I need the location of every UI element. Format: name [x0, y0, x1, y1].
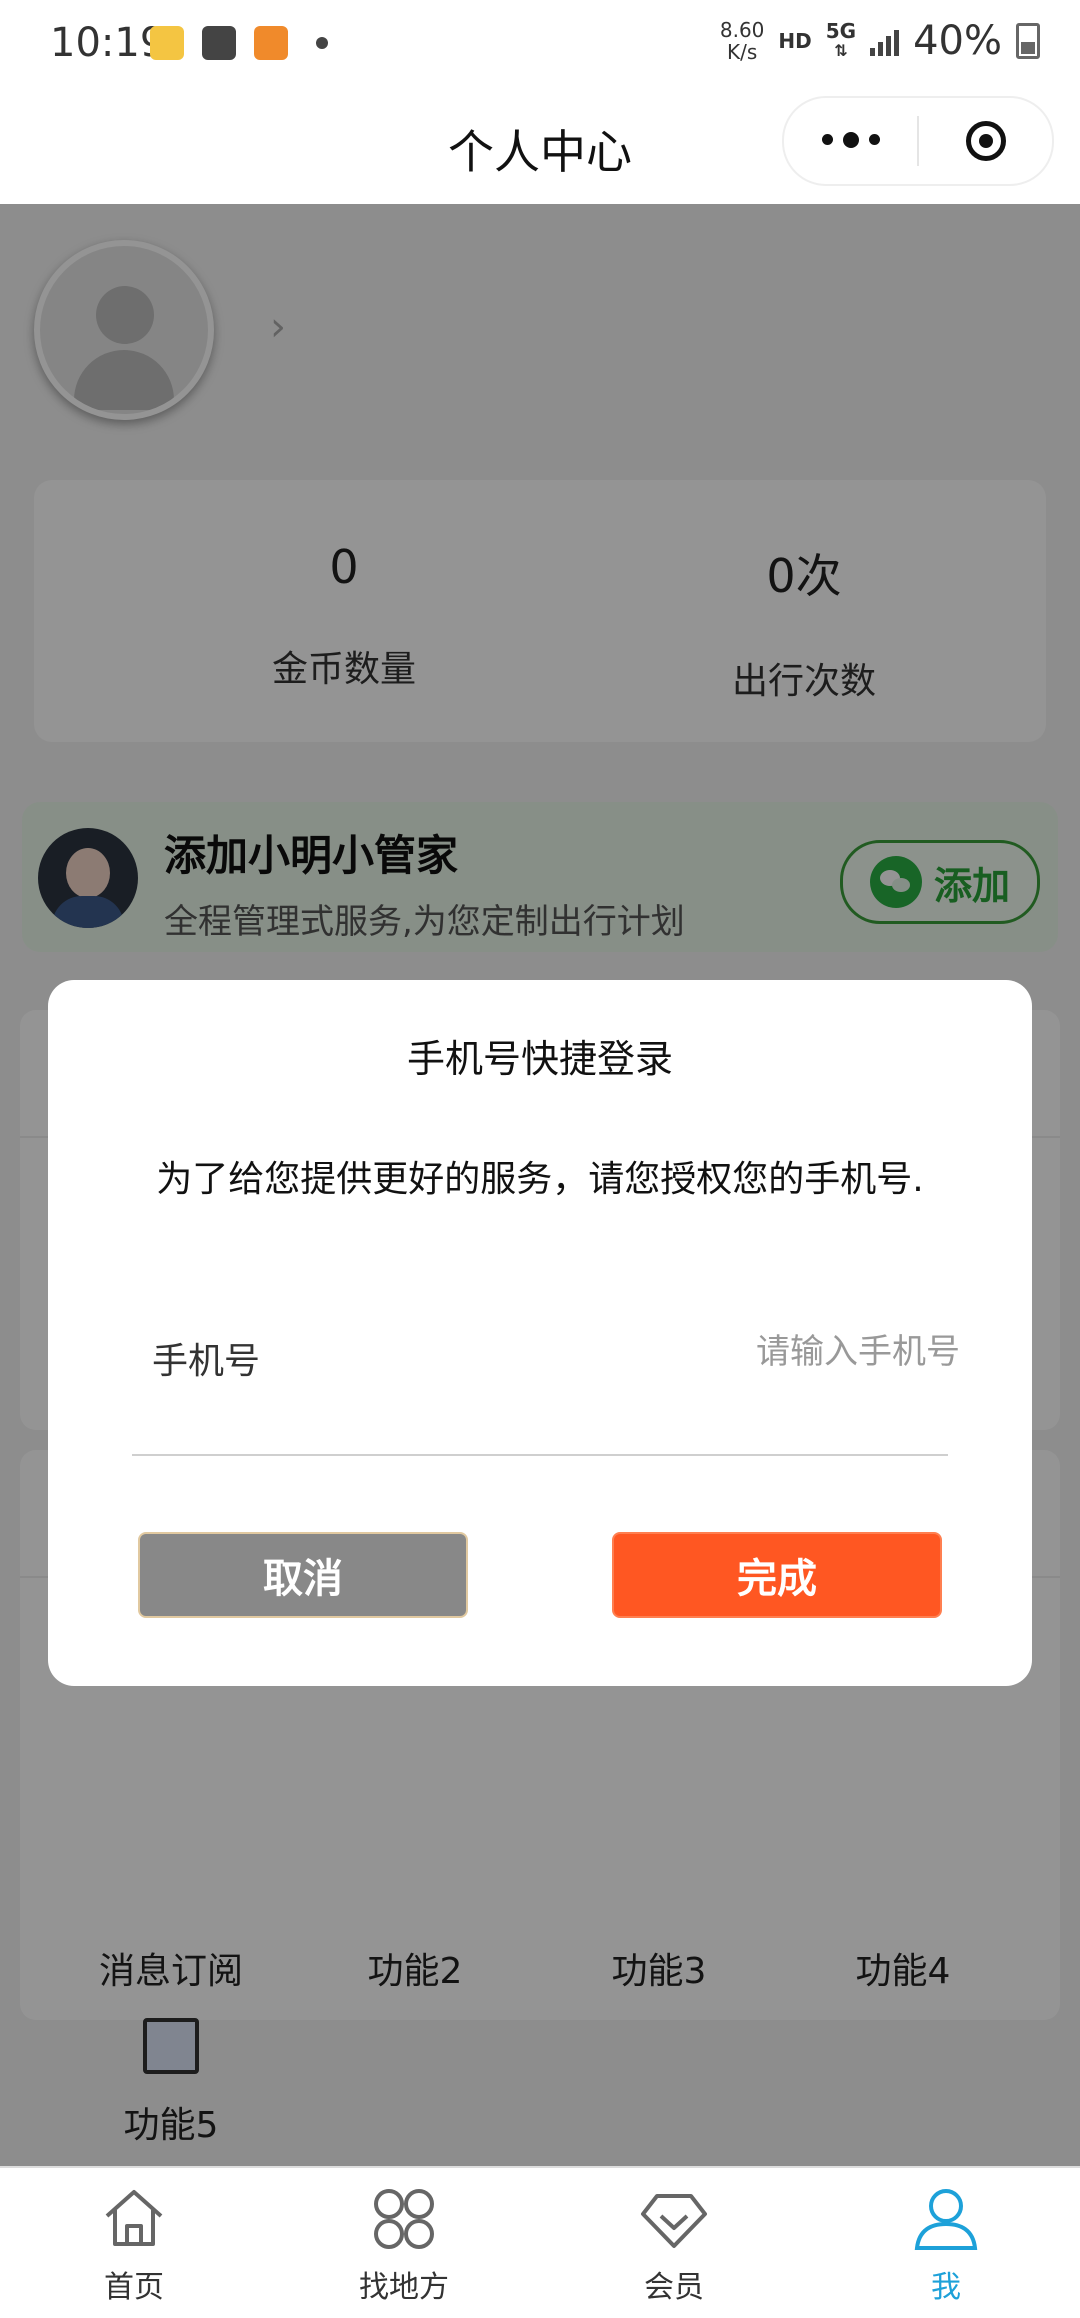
status-bar: 10:19 8.60 K/s HD 5G ⇅ 40%: [0, 0, 1080, 90]
dialog-message: 为了给您提供更好的服务，请您授权您的手机号.: [156, 1159, 924, 1200]
tab-label: 找地方: [359, 2270, 449, 2305]
cancel-button[interactable]: 取消: [138, 1532, 468, 1618]
status-notification-icons: [150, 26, 328, 60]
image-notification-icon: [202, 26, 236, 60]
tab-label: 首页: [104, 2270, 164, 2305]
battery-icon: [1016, 23, 1040, 59]
network-speed-value: 8.60: [719, 18, 765, 42]
tab-label: 会员: [644, 2270, 704, 2305]
diamond-icon: [637, 2182, 711, 2256]
signal-icon: [870, 26, 900, 56]
phone-field-underline: [132, 1454, 948, 1456]
tab-me[interactable]: 我: [846, 2182, 1046, 2306]
more-menu-icon[interactable]: [784, 132, 917, 148]
phone-login-dialog: 手机号快捷登录 为了给您提供更好的服务，请您授权您的手机号. 手机号 取消 完成: [48, 980, 1032, 1686]
user-icon: [909, 2182, 983, 2256]
grid-icon: [367, 2182, 441, 2256]
tab-home[interactable]: 首页: [34, 2182, 234, 2306]
battery-level: 40%: [913, 18, 1002, 64]
mini-program-capsule: [782, 96, 1054, 186]
phone-input[interactable]: [588, 1320, 962, 1384]
title-bar: 个人中心: [0, 90, 1080, 204]
home-icon: [97, 2182, 171, 2256]
more-notifications-dot-icon: [316, 37, 328, 49]
tab-find-place[interactable]: 找地方: [304, 2182, 504, 2306]
network-type-indicator: 5G ⇅: [825, 19, 857, 60]
app-notification-icon: [150, 26, 184, 60]
phone-field-label: 手机号: [152, 1341, 261, 1382]
network-speed: 8.60 K/s: [720, 19, 765, 63]
status-indicators: 8.60 K/s HD 5G ⇅ 40%: [720, 18, 1040, 64]
tab-label: 我: [931, 2270, 961, 2305]
done-button[interactable]: 完成: [612, 1532, 942, 1618]
close-mini-program-icon[interactable]: [919, 121, 1052, 161]
dialog-title: 手机号快捷登录: [406, 1037, 673, 1081]
bottom-tab-bar: 首页 找地方 会员 我: [0, 2166, 1080, 2318]
tab-membership[interactable]: 会员: [574, 2182, 774, 2306]
heart-app-notification-icon: [254, 26, 288, 60]
network-speed-unit: K/s: [727, 40, 758, 64]
hd-indicator: HD: [778, 29, 812, 53]
network-type: 5G: [825, 19, 857, 43]
status-time: 10:19: [50, 20, 166, 66]
